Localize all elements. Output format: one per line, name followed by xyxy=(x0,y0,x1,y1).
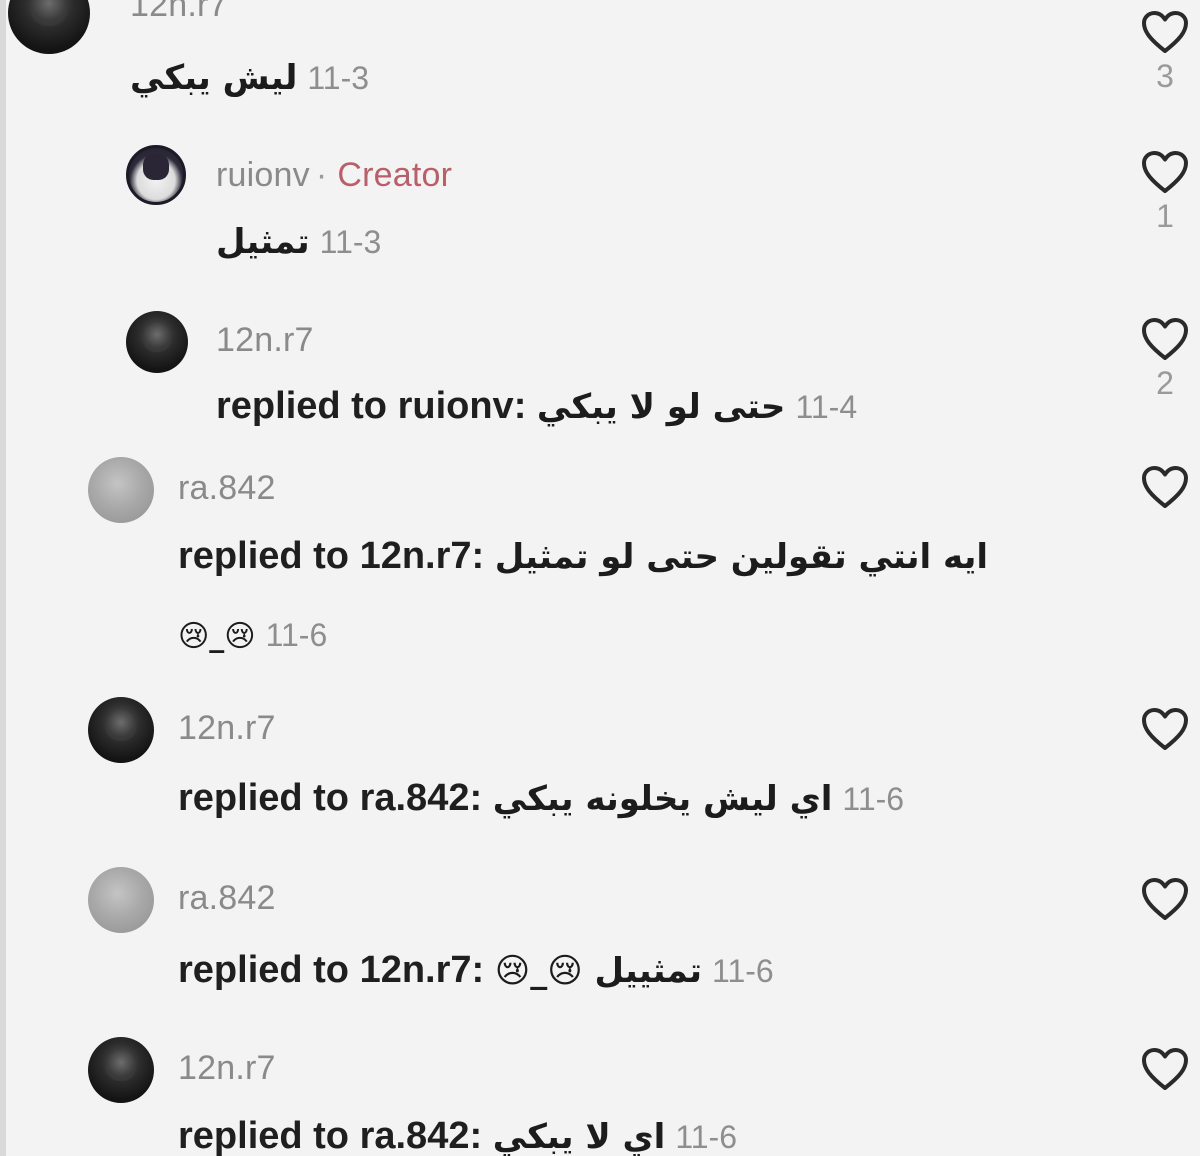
comment-date: 11-6 xyxy=(675,1119,737,1155)
comment-date: 11-6 xyxy=(842,781,905,817)
comment-username[interactable]: 12n.r7 xyxy=(178,709,276,748)
comment-username[interactable]: ruionv xyxy=(216,156,310,194)
comment-text-line: replied to ra.842: اي لا يبكي 11-6 xyxy=(178,1115,737,1156)
like-count: 1 xyxy=(1156,198,1174,234)
like-button[interactable] xyxy=(1140,465,1190,509)
comment-date: 11-6 xyxy=(265,617,328,653)
reply-to-label: replied to ra.842: xyxy=(178,1115,483,1156)
heart-outline-icon xyxy=(1142,878,1188,920)
comment-emoji: 😢_😢 xyxy=(178,619,256,654)
reply-to-label: replied to ra.842: xyxy=(178,777,483,819)
comments-panel: 12n.r7 ليش يبكي 11-3 3 ruionv · Creator تمث… xyxy=(0,0,1200,1156)
comment-text: اي لا يبكي xyxy=(492,1117,666,1156)
avatar[interactable] xyxy=(126,311,188,373)
like-button[interactable] xyxy=(1140,707,1190,751)
comment-text: ليش يبكي xyxy=(130,58,298,98)
comment-item: ra.842 replied to 12n.r7: ايه انتي تقولي… xyxy=(0,455,1200,685)
heart-outline-icon xyxy=(1142,318,1188,360)
separator-dot: · xyxy=(315,156,328,194)
heart-outline-icon xyxy=(1142,11,1188,53)
avatar[interactable] xyxy=(88,867,154,933)
like-count: 3 xyxy=(1156,58,1174,94)
reply-to-label: replied to 12n.r7: xyxy=(178,949,485,991)
comment-text-line-2: 😢_😢 11-6 xyxy=(178,613,327,656)
comment-item: 12n.r7 replied to ra.842: اي ليش يخلونه … xyxy=(0,695,1200,855)
comment-text-line: replied to 12n.r7: تمثييل 😢_😢 11-6 xyxy=(178,949,774,992)
like-count: 2 xyxy=(1156,365,1174,401)
reply-to-label: replied to 12n.r7: xyxy=(178,535,485,577)
avatar[interactable] xyxy=(88,1037,154,1103)
comment-username[interactable]: 12n.r7 xyxy=(216,321,314,360)
comment-text-line: replied to ruionv: حتى لو لا يبكي 11-4 xyxy=(216,385,857,428)
heart-outline-icon xyxy=(1142,466,1188,508)
comment-text-line: تمثيل 11-3 xyxy=(216,220,381,263)
comment-item: 12n.r7 replied to ruionv: حتى لو لا يبكي… xyxy=(0,305,1200,455)
comment-item: 12n.r7 ليش يبكي 11-3 3 xyxy=(0,0,1200,140)
comment-username-row: ruionv · Creator xyxy=(216,156,452,195)
comment-item: 12n.r7 replied to ra.842: اي لا يبكي 11-6 xyxy=(0,1035,1200,1156)
like-button[interactable]: 1 xyxy=(1140,150,1190,235)
like-button[interactable] xyxy=(1140,1047,1190,1091)
comment-item: ra.842 replied to 12n.r7: تمثييل 😢_😢 11-6 xyxy=(0,865,1200,1030)
comment-username[interactable]: ra.842 xyxy=(178,469,276,508)
avatar[interactable] xyxy=(126,145,186,205)
comment-item: ruionv · Creator تمثيل 11-3 1 xyxy=(0,140,1200,300)
heart-outline-icon xyxy=(1142,151,1188,193)
reply-to-label: replied to ruionv: xyxy=(216,385,527,427)
comment-text: تمثيل xyxy=(216,222,310,262)
comment-username[interactable]: ra.842 xyxy=(178,879,276,918)
avatar[interactable] xyxy=(88,457,154,523)
comment-text: اي ليش يخلونه يبكي xyxy=(492,779,833,819)
heart-outline-icon xyxy=(1142,708,1188,750)
comment-text: ايه انتي تقولين حتى لو تمثيل xyxy=(494,537,989,577)
comment-date: 11-4 xyxy=(795,389,858,425)
like-button[interactable]: 2 xyxy=(1140,317,1190,402)
comment-text: تمثييل 😢_😢 xyxy=(494,951,703,991)
comment-text-line: replied to ra.842: اي ليش يخلونه يبكي 11-… xyxy=(178,777,904,820)
comment-date: 11-3 xyxy=(307,60,370,96)
comment-text: حتى لو لا يبكي xyxy=(536,387,786,427)
avatar[interactable] xyxy=(88,697,154,763)
comment-text-line: ليش يبكي 11-3 xyxy=(130,56,369,99)
like-button[interactable] xyxy=(1140,877,1190,921)
heart-outline-icon xyxy=(1142,1048,1188,1090)
creator-badge: Creator xyxy=(337,156,453,194)
like-button[interactable]: 3 xyxy=(1140,10,1190,95)
avatar[interactable] xyxy=(8,0,90,54)
comment-username[interactable]: 12n.r7 xyxy=(178,1049,276,1088)
comment-username[interactable]: 12n.r7 xyxy=(130,0,228,25)
comment-text-line: replied to 12n.r7: ايه انتي تقولين حتى ل… xyxy=(178,535,988,578)
comment-date: 11-6 xyxy=(712,953,774,989)
comment-date: 11-3 xyxy=(319,224,382,260)
